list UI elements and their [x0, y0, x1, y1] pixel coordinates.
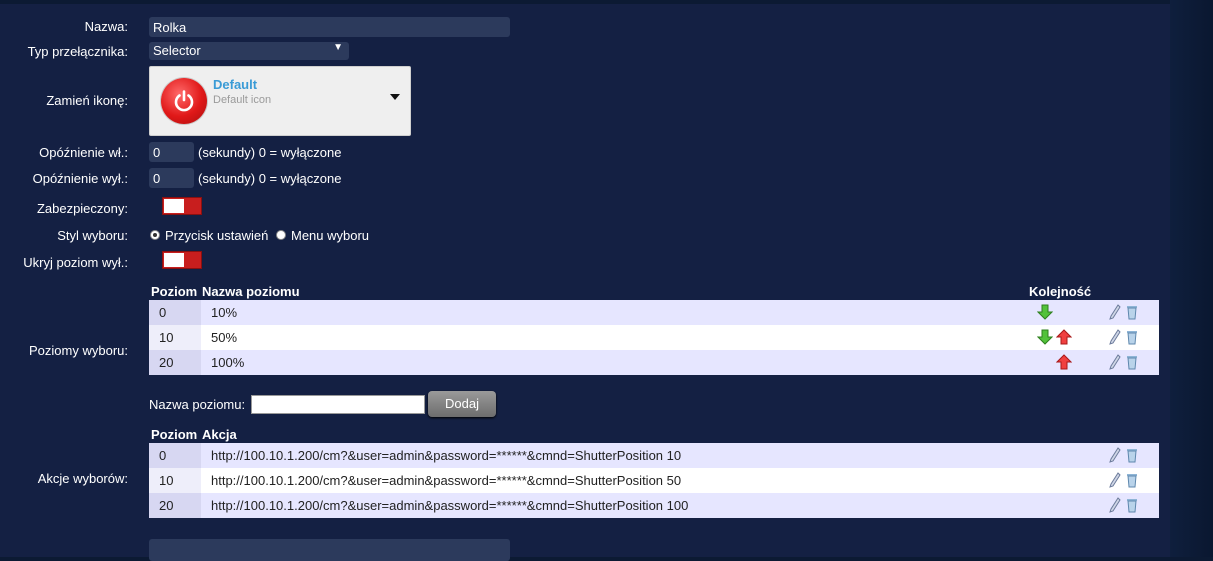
level-row[interactable]: 20 100%: [149, 350, 1159, 375]
on-delay-hint: (sekundy) 0 = wyłączone: [198, 145, 342, 160]
actions-col-action: Akcja: [202, 427, 237, 442]
edit-pencil-icon[interactable]: [1109, 447, 1121, 463]
level-name: 50%: [211, 330, 238, 345]
style-buttons-label: Przycisk ustawień: [165, 228, 269, 243]
level-name: 100%: [211, 355, 245, 370]
icon-subtitle: Default icon: [213, 94, 272, 106]
protected-label: Zabezpieczony:: [36, 201, 128, 216]
power-icon: [161, 78, 207, 124]
actions-col-level: Poziom: [151, 427, 198, 442]
action-row[interactable]: 10 http://100.10.1.200/cm?&user=admin&pa…: [149, 468, 1159, 493]
edit-pencil-icon[interactable]: [1109, 472, 1121, 488]
action-row[interactable]: 20 http://100.10.1.200/cm?&user=admin&pa…: [149, 493, 1159, 518]
action-level: 10: [149, 468, 201, 493]
on-delay-label: Opóźnienie wł.:: [39, 145, 128, 160]
hide-off-label: Ukryj poziom wył.:: [23, 255, 128, 270]
action-url: http://100.10.1.200/cm?&user=admin&passw…: [211, 448, 682, 463]
action-url: http://100.10.1.200/cm?&user=admin&passw…: [211, 473, 682, 488]
arrow-up-icon[interactable]: [1056, 354, 1072, 370]
action-row[interactable]: 0 http://100.10.1.200/cm?&user=admin&pas…: [149, 443, 1159, 468]
trash-icon[interactable]: [1126, 304, 1138, 320]
name-label: Nazwa:: [84, 19, 128, 34]
new-level-label: Nazwa poziomu:: [149, 397, 246, 412]
style-menu-radio[interactable]: [276, 230, 286, 240]
icon-label: Zamień ikonę:: [46, 93, 128, 108]
trash-icon[interactable]: [1126, 497, 1138, 513]
level-value: 10: [149, 325, 201, 350]
on-delay-input[interactable]: [149, 142, 194, 162]
name-input[interactable]: [149, 17, 510, 37]
trash-icon[interactable]: [1126, 329, 1138, 345]
level-name: 10%: [211, 305, 238, 320]
action-level: 20: [149, 493, 201, 518]
action-url: http://100.10.1.200/cm?&user=admin&passw…: [211, 498, 689, 513]
icon-title: Default: [213, 77, 258, 92]
actions-label: Akcje wyborów:: [37, 471, 128, 486]
level-value: 20: [149, 350, 201, 375]
style-menu-label: Menu wyboru: [291, 228, 370, 243]
caret-down-icon: ▼: [333, 42, 343, 53]
dropdown-caret-icon: [390, 94, 400, 100]
action-level: 0: [149, 443, 201, 468]
icon-picker[interactable]: Default Default icon: [149, 66, 411, 136]
trash-icon[interactable]: [1126, 447, 1138, 463]
edit-pencil-icon[interactable]: [1109, 497, 1121, 513]
arrow-down-icon[interactable]: [1037, 329, 1053, 345]
edit-pencil-icon[interactable]: [1109, 329, 1121, 345]
off-delay-hint: (sekundy) 0 = wyłączone: [198, 171, 342, 186]
style-buttons-radio[interactable]: [150, 230, 160, 240]
switch-type-value: Selector: [153, 43, 201, 58]
levels-col-order: Kolejność: [1029, 284, 1092, 299]
levels-col-level: Poziom: [151, 284, 198, 299]
new-level-input[interactable]: [251, 395, 425, 414]
levels-label: Poziomy wyboru:: [29, 343, 128, 358]
levels-col-name: Nazwa poziomu: [202, 284, 300, 299]
arrow-down-icon[interactable]: [1037, 304, 1053, 320]
trash-icon[interactable]: [1126, 354, 1138, 370]
style-label: Styl wyboru:: [57, 228, 128, 243]
trash-icon[interactable]: [1126, 472, 1138, 488]
protected-toggle[interactable]: [162, 197, 202, 215]
right-background: [1170, 0, 1213, 557]
type-label: Typ przełącznika:: [27, 44, 128, 59]
level-row[interactable]: 10 50%: [149, 325, 1159, 350]
off-delay-input[interactable]: [149, 168, 194, 188]
edit-pencil-icon[interactable]: [1109, 304, 1121, 320]
bottom-input-field[interactable]: [149, 539, 510, 561]
level-row[interactable]: 0 10%: [149, 300, 1159, 325]
level-value: 0: [149, 300, 201, 325]
toggle-knob: [164, 199, 184, 213]
hide-off-toggle[interactable]: [162, 251, 202, 269]
toggle-knob: [164, 253, 184, 267]
arrow-up-icon[interactable]: [1056, 329, 1072, 345]
edit-pencil-icon[interactable]: [1109, 354, 1121, 370]
add-level-button[interactable]: Dodaj: [428, 391, 496, 417]
switch-type-select[interactable]: Selector ▼: [149, 42, 349, 60]
off-delay-label: Opóźnienie wył.:: [32, 171, 128, 186]
